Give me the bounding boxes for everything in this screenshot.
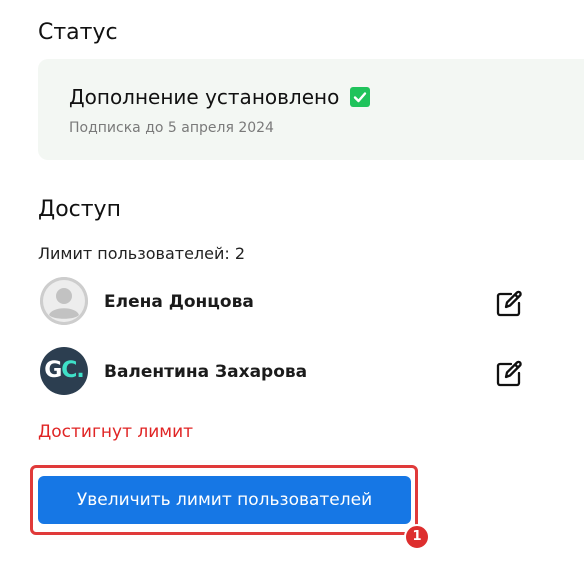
user-row: Елена Донцова [40, 277, 530, 327]
status-card: Дополнение установлено Подписка до 5 апр… [38, 59, 584, 160]
addon-settings-page: Статус Дополнение установлено Подписка д… [0, 0, 584, 581]
increase-limit-button[interactable]: Увеличить лимит пользователей [38, 476, 411, 524]
status-section-title: Статус [38, 20, 118, 45]
avatar-initials: G [44, 358, 62, 383]
access-section-title: Доступ [38, 197, 121, 222]
status-heading: Дополнение установлено [69, 85, 371, 109]
user-name: Елена Донцова [104, 292, 254, 312]
status-heading-text: Дополнение установлено [69, 85, 340, 109]
subscription-date: Подписка до 5 апреля 2024 [69, 120, 274, 136]
default-avatar-icon [40, 277, 88, 325]
edit-icon[interactable] [494, 289, 524, 319]
user-limit-label: Лимит пользователей: 2 [38, 244, 246, 263]
avatar-initials-accent: C. [61, 358, 84, 383]
check-icon [350, 87, 371, 107]
user-name: Валентина Захарова [104, 362, 308, 382]
step-badge: 1 [404, 524, 430, 550]
edit-icon[interactable] [494, 359, 524, 389]
avatar: GC. [40, 347, 88, 395]
user-row: GC. Валентина Захарова [40, 347, 530, 397]
limit-reached-warning: Достигнут лимит [38, 422, 194, 442]
